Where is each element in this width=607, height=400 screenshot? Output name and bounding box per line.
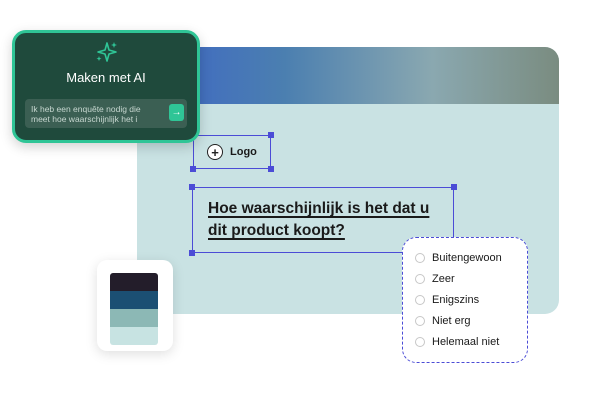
- option-item[interactable]: Enigszins: [415, 294, 479, 306]
- add-icon[interactable]: +: [207, 144, 223, 160]
- radio-button[interactable]: [415, 337, 425, 347]
- palette-swatch-4[interactable]: [110, 327, 158, 345]
- logo-label: Logo: [230, 146, 257, 158]
- logo-content: + Logo: [207, 144, 257, 160]
- option-item[interactable]: Buitengewoon: [415, 252, 502, 264]
- radio-button[interactable]: [415, 274, 425, 284]
- option-label: Zeer: [432, 273, 455, 285]
- send-button[interactable]: →: [169, 104, 184, 121]
- sparkle-icon: [96, 42, 117, 62]
- resize-handle-br[interactable]: [268, 166, 274, 172]
- resize-handle-bl[interactable]: [190, 166, 196, 172]
- ai-prompt-input[interactable]: Ik heb een enquête nodig die meet hoe wa…: [25, 99, 187, 128]
- option-item[interactable]: Zeer: [415, 273, 455, 285]
- logo-placeholder[interactable]: + Logo: [193, 135, 271, 169]
- option-label: Helemaal niet: [432, 336, 500, 348]
- palette-swatch-2[interactable]: [110, 291, 158, 309]
- palette-swatch-1[interactable]: [110, 273, 158, 291]
- option-item[interactable]: Niet erg: [415, 315, 471, 327]
- ai-create-panel: Maken met AI Ik heb een enquête nodig di…: [12, 30, 200, 143]
- resize-handle-bl[interactable]: [189, 250, 195, 256]
- palette-swatch-3[interactable]: [110, 309, 158, 327]
- radio-button[interactable]: [415, 253, 425, 263]
- question-text[interactable]: Hoe waarschijnlijk is het dat u dit prod…: [208, 198, 448, 242]
- arrow-right-icon: →: [171, 107, 182, 118]
- option-label: Niet erg: [432, 315, 471, 327]
- answer-options[interactable]: Buitengewoon Zeer Enigszins Niet erg Hel…: [402, 237, 528, 363]
- ai-panel-title: Maken met AI: [66, 70, 146, 85]
- resize-handle-tl[interactable]: [189, 184, 195, 190]
- option-label: Enigszins: [432, 294, 480, 306]
- ai-prompt-text[interactable]: Ik heb een enquête nodig die meet hoe wa…: [31, 104, 161, 124]
- option-item[interactable]: Helemaal niet: [415, 336, 499, 348]
- option-label: Buitengewoon: [432, 252, 502, 264]
- radio-button[interactable]: [415, 316, 425, 326]
- resize-handle-tr[interactable]: [268, 132, 274, 138]
- color-palette-card[interactable]: [97, 260, 173, 351]
- radio-button[interactable]: [415, 295, 425, 305]
- header-banner-image: [137, 47, 559, 104]
- resize-handle-tr[interactable]: [451, 184, 457, 190]
